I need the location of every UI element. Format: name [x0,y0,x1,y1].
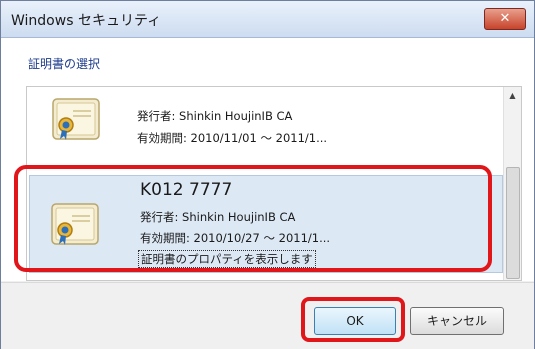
certificate-validity: 有効期間: 2010/11/01 ～ 2011/1... [137,131,328,145]
certificate-issuer: 発行者: Shinkin HoujinIB CA [140,210,296,224]
close-icon: ✕ [499,11,511,26]
scroll-up-arrow-icon[interactable]: ▲ [504,87,521,104]
certificate-icon [49,95,103,143]
ok-button[interactable]: OK [314,307,396,335]
certificate-item[interactable]: 発行者: Shinkin HoujinIB CA 有効期間: 2010/11/0… [27,87,503,170]
list-scrollbar[interactable]: ▲ [503,87,521,280]
certificate-validity: 有効期間: 2010/10/27 ～ 2011/1... [140,231,331,245]
certificate-icon [48,200,102,248]
title-bar: Windows セキュリティ ✕ [1,1,534,38]
certificate-dialog: Windows セキュリティ ✕ 証明書の選択 発行者: Shinkin Hou… [0,0,535,349]
close-button[interactable]: ✕ [484,8,526,30]
dialog-heading: 証明書の選択 [28,57,101,71]
window-title: Windows セキュリティ [11,13,162,29]
certificate-item-selected[interactable]: K012 7777 発行者: Shinkin HoujinIB CA 有効期間:… [29,175,503,273]
certificate-issuer: 発行者: Shinkin HoujinIB CA [137,109,293,123]
scroll-thumb[interactable] [506,167,520,279]
certificate-name: K012 7777 [140,180,233,200]
certificate-properties-link[interactable]: 証明書のプロパティを表示します [138,250,316,268]
certificate-list[interactable]: 発行者: Shinkin HoujinIB CA 有効期間: 2010/11/0… [26,86,522,281]
cancel-button[interactable]: キャンセル [410,307,504,335]
